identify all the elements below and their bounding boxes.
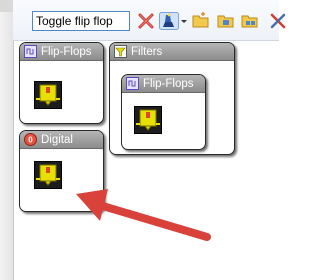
digital-icon: 0 (24, 133, 37, 146)
panel-title: Flip-Flops (143, 77, 194, 90)
toggle-flip-flop-component[interactable] (34, 81, 62, 109)
toolbar (13, 0, 286, 41)
folder-icon[interactable] (192, 12, 210, 30)
search-input[interactable] (32, 11, 130, 31)
flipflops-panel-header: Flip-Flops (20, 43, 103, 61)
toggle-flip-flop-component[interactable] (134, 106, 162, 134)
svg-text:0: 0 (28, 136, 33, 145)
tools-icon[interactable] (269, 12, 287, 30)
filter-icon (114, 45, 127, 58)
panel-title: Flip-Flops (41, 45, 92, 58)
flipflops-panel[interactable]: Flip-Flops (19, 42, 104, 124)
folder-settings-icon[interactable] (241, 12, 259, 30)
dropdown-icon[interactable] (180, 12, 188, 30)
panel-title: Digital (41, 133, 73, 146)
digital-panel-header: 0 Digital (20, 131, 103, 149)
toggle-flip-flop-component[interactable] (34, 161, 62, 189)
digital-panel[interactable]: 0 Digital (19, 130, 104, 212)
filters-panel[interactable]: Filters Flip-Flops (109, 42, 235, 155)
flipflop-category-icon (24, 45, 37, 58)
panel-title: Filters (131, 45, 163, 58)
flipflop-category-icon (126, 77, 139, 90)
filters-panel-header: Filters (110, 43, 234, 61)
left-strip (0, 0, 14, 280)
folder-up-icon[interactable] (217, 12, 235, 30)
nested-flipflops-panel-header: Flip-Flops (122, 75, 205, 93)
wizard-icon[interactable] (159, 12, 179, 30)
clear-search-icon[interactable] (137, 12, 155, 30)
nested-flipflops-panel[interactable]: Flip-Flops (121, 74, 206, 150)
